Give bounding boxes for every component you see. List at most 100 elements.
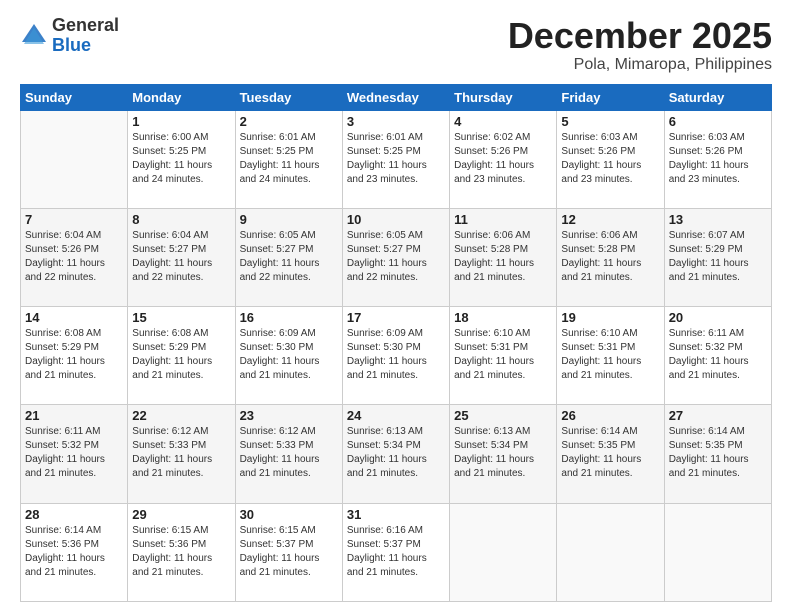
- title-block: December 2025 Pola, Mimaropa, Philippine…: [508, 16, 772, 74]
- day-number: 29: [132, 507, 230, 522]
- table-row: 4Sunrise: 6:02 AMSunset: 5:26 PMDaylight…: [450, 110, 557, 208]
- table-row: [450, 503, 557, 601]
- day-number: 3: [347, 114, 445, 129]
- calendar-week-row: 14 Sunrise: 6:08 AMSunset: 5:29 PMDayligh…: [21, 307, 772, 405]
- day-info: Sunrise: 6:02 AMSunset: 5:26 PMDaylight:…: [454, 131, 552, 187]
- day-info: Sunrise: 6:05 AMSunset: 5:27 PMDaylight:…: [240, 229, 338, 285]
- table-row: 20 Sunrise: 6:11 AMSunset: 5:32 PMDayligh…: [664, 307, 771, 405]
- day-number: 5: [561, 114, 659, 129]
- calendar-week-row: 21Sunrise: 6:11 AMSunset: 5:32 PMDayligh…: [21, 405, 772, 503]
- day-info: Sunrise: 6:16 AMSunset: 5:37 PMDaylight:…: [347, 524, 445, 580]
- day-number: 24: [347, 408, 445, 423]
- day-number: 31: [347, 507, 445, 522]
- table-row: 28 Sunrise: 6:14 AMSunset: 5:36 PMDayligh…: [21, 503, 128, 601]
- table-row: [664, 503, 771, 601]
- day-info: Sunrise: 6:00 AMSunset: 5:25 PMDaylight:…: [132, 131, 230, 187]
- day-number: 27: [669, 408, 767, 423]
- day-info: Sunrise: 6:04 AMSunset: 5:27 PMDaylight:…: [132, 229, 230, 285]
- day-info: Sunrise: 6:01 AMSunset: 5:25 PMDaylight:…: [240, 131, 338, 187]
- day-number: 20: [669, 310, 767, 325]
- table-row: 17Sunrise: 6:09 AMSunset: 5:30 PMDayligh…: [342, 307, 449, 405]
- header: General Blue December 2025 Pola, Mimarop…: [20, 16, 772, 74]
- table-row: 31 Sunrise: 6:16 AMSunset: 5:37 PMDayligh…: [342, 503, 449, 601]
- table-row: 1 Sunrise: 6:00 AMSunset: 5:25 PMDaylight…: [128, 110, 235, 208]
- header-thursday: Thursday: [450, 84, 557, 110]
- table-row: 23Sunrise: 6:12 AMSunset: 5:33 PMDayligh…: [235, 405, 342, 503]
- day-info: Sunrise: 6:12 AMSunset: 5:33 PMDaylight:…: [132, 425, 230, 481]
- table-row: 21Sunrise: 6:11 AMSunset: 5:32 PMDayligh…: [21, 405, 128, 503]
- day-number: 11: [454, 212, 552, 227]
- table-row: 11 Sunrise: 6:06 AMSunset: 5:28 PMDayligh…: [450, 208, 557, 306]
- table-row: 12Sunrise: 6:06 AMSunset: 5:28 PMDayligh…: [557, 208, 664, 306]
- header-friday: Friday: [557, 84, 664, 110]
- month-title: December 2025: [508, 16, 772, 56]
- calendar-week-row: 1 Sunrise: 6:00 AMSunset: 5:25 PMDaylight…: [21, 110, 772, 208]
- table-row: 29 Sunrise: 6:15 AMSunset: 5:36 PMDayligh…: [128, 503, 235, 601]
- day-number: 22: [132, 408, 230, 423]
- day-number: 15: [132, 310, 230, 325]
- day-info: Sunrise: 6:03 AMSunset: 5:26 PMDaylight:…: [561, 131, 659, 187]
- day-info: Sunrise: 6:15 AMSunset: 5:36 PMDaylight:…: [132, 524, 230, 580]
- logo-text: General Blue: [52, 16, 119, 56]
- logo: General Blue: [20, 16, 119, 56]
- day-number: 7: [25, 212, 123, 227]
- day-info: Sunrise: 6:08 AMSunset: 5:29 PMDaylight:…: [132, 327, 230, 383]
- header-wednesday: Wednesday: [342, 84, 449, 110]
- day-info: Sunrise: 6:14 AMSunset: 5:35 PMDaylight:…: [669, 425, 767, 481]
- day-number: 26: [561, 408, 659, 423]
- calendar-week-row: 7 Sunrise: 6:04 AMSunset: 5:26 PMDaylight…: [21, 208, 772, 306]
- day-info: Sunrise: 6:11 AMSunset: 5:32 PMDaylight:…: [25, 425, 123, 481]
- table-row: 19 Sunrise: 6:10 AMSunset: 5:31 PMDayligh…: [557, 307, 664, 405]
- header-saturday: Saturday: [664, 84, 771, 110]
- logo-blue-text: Blue: [52, 36, 119, 56]
- day-info: Sunrise: 6:04 AMSunset: 5:26 PMDaylight:…: [25, 229, 123, 285]
- day-number: 23: [240, 408, 338, 423]
- logo-general-text: General: [52, 16, 119, 36]
- table-row: 2Sunrise: 6:01 AMSunset: 5:25 PMDaylight…: [235, 110, 342, 208]
- table-row: 10 Sunrise: 6:05 AMSunset: 5:27 PMDayligh…: [342, 208, 449, 306]
- day-number: 1: [132, 114, 230, 129]
- table-row: 25Sunrise: 6:13 AMSunset: 5:34 PMDayligh…: [450, 405, 557, 503]
- day-number: 8: [132, 212, 230, 227]
- table-row: 24Sunrise: 6:13 AMSunset: 5:34 PMDayligh…: [342, 405, 449, 503]
- table-row: 15 Sunrise: 6:08 AMSunset: 5:29 PMDayligh…: [128, 307, 235, 405]
- day-info: Sunrise: 6:01 AMSunset: 5:25 PMDaylight:…: [347, 131, 445, 187]
- table-row: 14Sunrise: 6:08 AMSunset: 5:29 PMDayligh…: [21, 307, 128, 405]
- table-row: [21, 110, 128, 208]
- table-row: 27 Sunrise: 6:14 AMSunset: 5:35 PMDayligh…: [664, 405, 771, 503]
- day-info: Sunrise: 6:06 AMSunset: 5:28 PMDaylight:…: [454, 229, 552, 285]
- calendar-week-row: 28 Sunrise: 6:14 AMSunset: 5:36 PMDayligh…: [21, 503, 772, 601]
- table-row: 22 Sunrise: 6:12 AMSunset: 5:33 PMDayligh…: [128, 405, 235, 503]
- header-monday: Monday: [128, 84, 235, 110]
- page: General Blue December 2025 Pola, Mimarop…: [0, 0, 792, 612]
- day-number: 10: [347, 212, 445, 227]
- table-row: 26Sunrise: 6:14 AMSunset: 5:35 PMDayligh…: [557, 405, 664, 503]
- day-info: Sunrise: 6:07 AMSunset: 5:29 PMDaylight:…: [669, 229, 767, 285]
- day-number: 19: [561, 310, 659, 325]
- day-number: 18: [454, 310, 552, 325]
- location-title: Pola, Mimaropa, Philippines: [508, 56, 772, 74]
- header-sunday: Sunday: [21, 84, 128, 110]
- table-row: 16Sunrise: 6:09 AMSunset: 5:30 PMDayligh…: [235, 307, 342, 405]
- day-info: Sunrise: 6:10 AMSunset: 5:31 PMDaylight:…: [561, 327, 659, 383]
- table-row: 8 Sunrise: 6:04 AMSunset: 5:27 PMDaylight…: [128, 208, 235, 306]
- day-number: 28: [25, 507, 123, 522]
- table-row: 30Sunrise: 6:15 AMSunset: 5:37 PMDayligh…: [235, 503, 342, 601]
- table-row: 18 Sunrise: 6:10 AMSunset: 5:31 PMDayligh…: [450, 307, 557, 405]
- weekday-header-row: Sunday Monday Tuesday Wednesday Thursday…: [21, 84, 772, 110]
- day-number: 17: [347, 310, 445, 325]
- day-number: 16: [240, 310, 338, 325]
- header-tuesday: Tuesday: [235, 84, 342, 110]
- day-info: Sunrise: 6:13 AMSunset: 5:34 PMDaylight:…: [454, 425, 552, 481]
- day-info: Sunrise: 6:14 AMSunset: 5:36 PMDaylight:…: [25, 524, 123, 580]
- day-number: 14: [25, 310, 123, 325]
- day-info: Sunrise: 6:15 AMSunset: 5:37 PMDaylight:…: [240, 524, 338, 580]
- calendar-table: Sunday Monday Tuesday Wednesday Thursday…: [20, 84, 772, 602]
- day-info: Sunrise: 6:10 AMSunset: 5:31 PMDaylight:…: [454, 327, 552, 383]
- day-number: 9: [240, 212, 338, 227]
- day-info: Sunrise: 6:05 AMSunset: 5:27 PMDaylight:…: [347, 229, 445, 285]
- day-info: Sunrise: 6:11 AMSunset: 5:32 PMDaylight:…: [669, 327, 767, 383]
- table-row: 9 Sunrise: 6:05 AMSunset: 5:27 PMDaylight…: [235, 208, 342, 306]
- table-row: 7 Sunrise: 6:04 AMSunset: 5:26 PMDaylight…: [21, 208, 128, 306]
- logo-icon: [20, 22, 48, 50]
